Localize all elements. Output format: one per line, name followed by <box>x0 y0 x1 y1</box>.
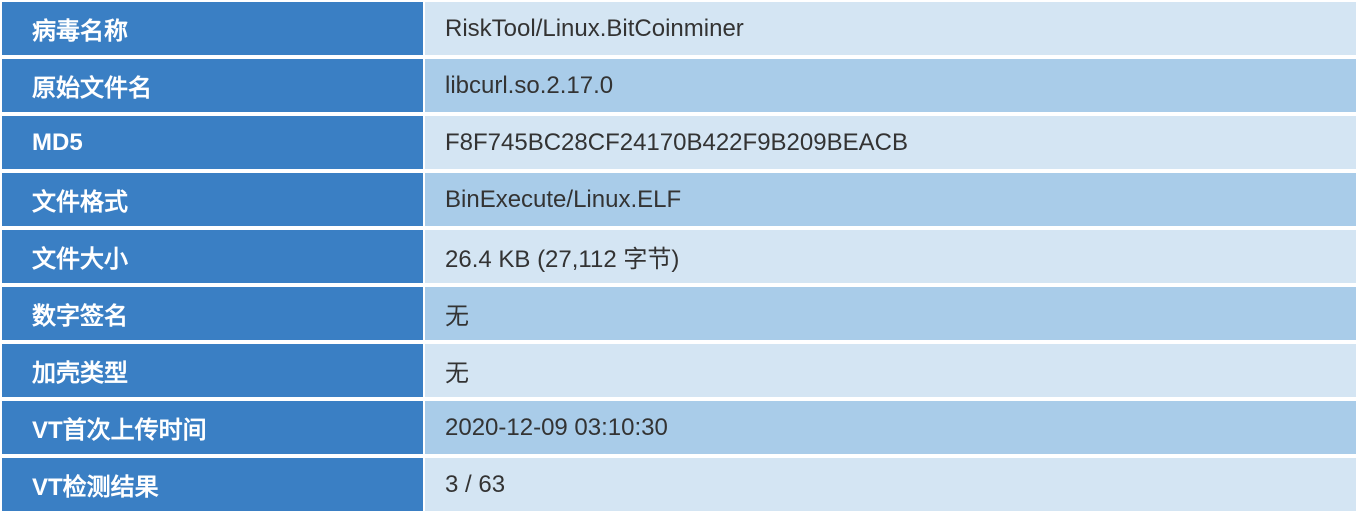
table-row: VT首次上传时间 2020-12-09 03:10:30 <box>0 399 1358 456</box>
label-original-filename: 原始文件名 <box>0 57 425 114</box>
value-vt-detection: 3 / 63 <box>425 456 1358 513</box>
value-vt-first-upload: 2020-12-09 03:10:30 <box>425 399 1358 456</box>
table-row: 文件大小 26.4 KB (27,112 字节) <box>0 228 1358 285</box>
value-virus-name: RiskTool/Linux.BitCoinminer <box>425 0 1358 57</box>
value-original-filename: libcurl.so.2.17.0 <box>425 57 1358 114</box>
value-digital-signature: 无 <box>425 285 1358 342</box>
label-file-size: 文件大小 <box>0 228 425 285</box>
table-row: 加壳类型 无 <box>0 342 1358 399</box>
table-row: 数字签名 无 <box>0 285 1358 342</box>
label-virus-name: 病毒名称 <box>0 0 425 57</box>
table-row: 病毒名称 RiskTool/Linux.BitCoinminer <box>0 0 1358 57</box>
virus-info-table: 病毒名称 RiskTool/Linux.BitCoinminer 原始文件名 l… <box>0 0 1358 513</box>
label-md5: MD5 <box>0 114 425 171</box>
label-packer-type: 加壳类型 <box>0 342 425 399</box>
table-row: 文件格式 BinExecute/Linux.ELF <box>0 171 1358 228</box>
value-file-size: 26.4 KB (27,112 字节) <box>425 228 1358 285</box>
table-row: MD5 F8F745BC28CF24170B422F9B209BEACB <box>0 114 1358 171</box>
value-packer-type: 无 <box>425 342 1358 399</box>
table-row: 原始文件名 libcurl.so.2.17.0 <box>0 57 1358 114</box>
table-row: VT检测结果 3 / 63 <box>0 456 1358 513</box>
label-file-format: 文件格式 <box>0 171 425 228</box>
label-vt-detection: VT检测结果 <box>0 456 425 513</box>
value-file-format: BinExecute/Linux.ELF <box>425 171 1358 228</box>
label-vt-first-upload: VT首次上传时间 <box>0 399 425 456</box>
value-md5: F8F745BC28CF24170B422F9B209BEACB <box>425 114 1358 171</box>
label-digital-signature: 数字签名 <box>0 285 425 342</box>
